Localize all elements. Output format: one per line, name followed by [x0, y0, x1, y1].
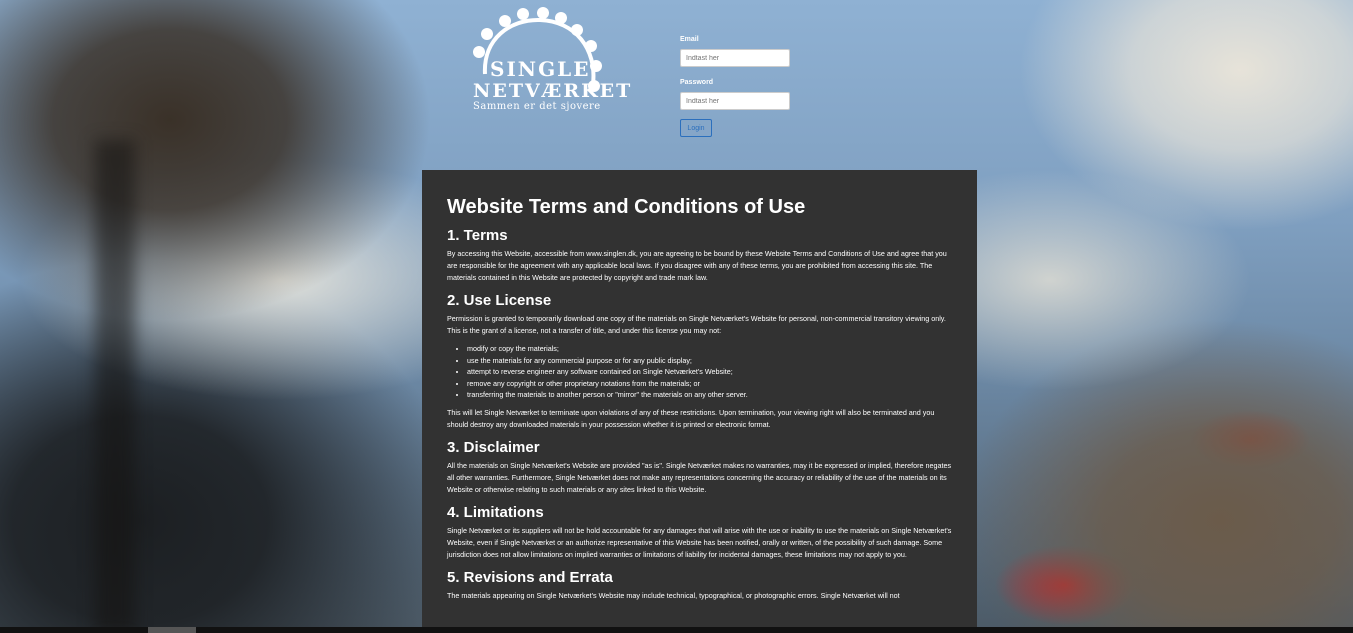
section-text-limitations: Single Netværket or its suppliers will n… — [447, 525, 952, 559]
section-text-use-license: Permission is granted to temporarily dow… — [447, 314, 946, 335]
list-item: transferring the materials to another pe… — [467, 389, 952, 401]
list-item: remove any copyright or other proprietar… — [467, 378, 952, 390]
section-text-revisions: The materials appearing on Single Netvær… — [447, 590, 900, 600]
section-heading-revisions: 5. Revisions and Errata — [447, 568, 613, 586]
logo-tagline: Sammen er det sjovere — [473, 101, 601, 112]
section-text-use-license-termination: This will let Single Netværket to termin… — [447, 407, 935, 429]
section-text-terms: By accessing this Website, accessible fr… — [447, 249, 947, 282]
section-heading-use-license: 2. Use License — [447, 292, 552, 309]
email-field[interactable] — [680, 49, 790, 67]
horizontal-scrollbar[interactable] — [0, 627, 1353, 633]
section-heading-terms: 1. Terms — [447, 227, 508, 244]
use-license-list: modify or copy the materials; use the ma… — [447, 343, 952, 401]
section-heading-disclaimer: 3. Disclaimer — [447, 438, 540, 456]
logo-line1: SINGLE — [490, 57, 591, 81]
scrollbar-thumb[interactable] — [148, 627, 196, 633]
password-label: Password — [680, 79, 714, 86]
section-heading-limitations: 4. Limitations — [447, 503, 544, 521]
list-item: use the materials for any commercial pur… — [467, 355, 952, 367]
terms-panel: Website Terms and Conditions of Use 1. T… — [422, 170, 977, 633]
login-button[interactable]: Login — [680, 119, 712, 137]
list-item: modify or copy the materials; — [467, 343, 952, 355]
email-label: Email — [680, 36, 699, 43]
login-form: Email Password Login — [680, 36, 880, 137]
logo-line2: NETVÆRKET — [473, 80, 633, 102]
section-text-disclaimer: All the materials on Single Netværket's … — [447, 460, 952, 494]
list-item: attempt to reverse engineer any software… — [467, 366, 952, 378]
terms-title: Website Terms and Conditions of Use — [447, 196, 806, 218]
site-logo[interactable]: SINGLE NETVÆRKET Sammen er det sjovere — [465, 4, 630, 124]
background-umbrella-pole — [95, 140, 135, 633]
password-field[interactable] — [680, 92, 790, 110]
